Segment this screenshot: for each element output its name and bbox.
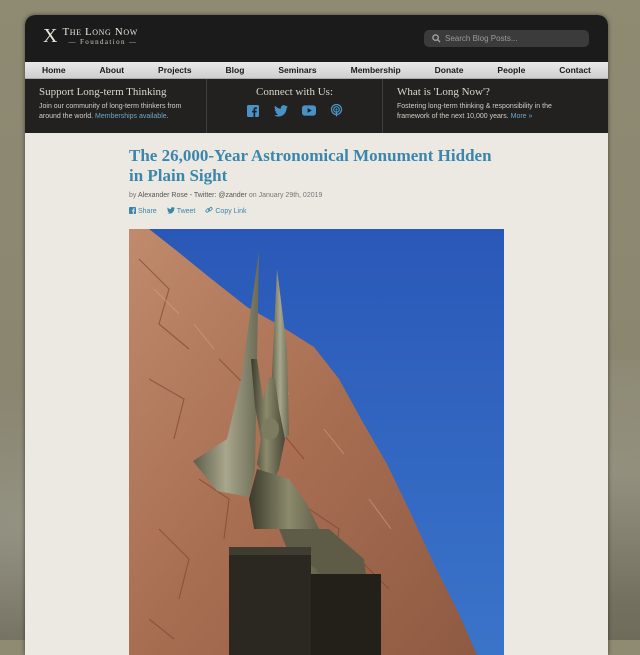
logo-line2: — Foundation — xyxy=(68,38,138,46)
support-title: Support Long-term Thinking xyxy=(39,86,167,98)
podcast-icon[interactable] xyxy=(330,104,344,117)
youtube-icon[interactable] xyxy=(301,104,316,117)
more-link[interactable]: More » xyxy=(511,113,533,120)
link-icon xyxy=(205,206,213,216)
article-title: The 26,000-Year Astronomical Monument Hi… xyxy=(129,146,492,185)
share-copy-label: Copy Link xyxy=(215,207,247,215)
twitter-icon[interactable] xyxy=(273,104,288,117)
page-container: X The Long Now — Foundation — Home About… xyxy=(25,15,608,655)
search-box[interactable] xyxy=(424,30,589,47)
nav-item-blog[interactable]: Blog xyxy=(226,65,245,75)
site-logo[interactable]: X The Long Now — Foundation — xyxy=(43,26,138,46)
connect-section: Connect with Us: xyxy=(207,79,383,133)
nav-item-people[interactable]: People xyxy=(497,65,525,75)
support-period: . xyxy=(166,113,169,120)
what-section: What is 'Long Now'? Fostering long-term … xyxy=(383,79,579,133)
site-header: X The Long Now — Foundation — xyxy=(25,15,608,62)
share-facebook-label: Share xyxy=(138,207,157,215)
nav-item-membership[interactable]: Membership xyxy=(351,65,401,75)
byline: by Alexander Rose - Twitter: @zander on … xyxy=(129,192,509,199)
support-text: Join our community of long-term thinkers… xyxy=(39,102,194,122)
nav-item-contact[interactable]: Contact xyxy=(559,65,591,75)
twitter-small-icon xyxy=(166,206,175,216)
byline-author[interactable]: Alexander Rose - Twitter: @zander xyxy=(138,192,247,199)
logo-line1: The Long Now xyxy=(62,26,138,38)
what-title: What is 'Long Now'? xyxy=(397,86,490,98)
logo-mark: X xyxy=(43,25,58,47)
byline-prefix: by xyxy=(129,192,137,199)
logo-wordmark: The Long Now — Foundation — xyxy=(62,26,137,46)
article-header: The 26,000-Year Astronomical Monument Hi… xyxy=(129,146,509,216)
nav-item-projects[interactable]: Projects xyxy=(158,65,192,75)
byline-date: on January 29th, 02019 xyxy=(248,192,323,199)
share-copy-link[interactable]: Copy Link xyxy=(205,206,247,216)
nav-item-seminars[interactable]: Seminars xyxy=(278,65,316,75)
info-bar: Support Long-term Thinking Join our comm… xyxy=(25,79,608,133)
share-facebook[interactable]: Share xyxy=(129,206,157,216)
what-text: Fostering long-term thinking & responsib… xyxy=(397,102,567,122)
support-section: Support Long-term Thinking Join our comm… xyxy=(25,79,207,133)
nav-item-home[interactable]: Home xyxy=(42,65,66,75)
share-twitter-label: Tweet xyxy=(176,207,196,215)
nav-item-about[interactable]: About xyxy=(100,65,125,75)
search-icon xyxy=(430,33,442,45)
facebook-icon[interactable] xyxy=(246,104,260,117)
facebook-small-icon xyxy=(129,206,136,216)
memberships-link[interactable]: Memberships available xyxy=(95,113,167,120)
share-bar: Share Tweet Copy Link xyxy=(129,206,509,216)
social-links xyxy=(207,104,382,117)
nav-item-donate[interactable]: Donate xyxy=(435,65,464,75)
hero-image-winged-figure-statue xyxy=(129,229,504,655)
search-input[interactable] xyxy=(445,34,585,43)
share-twitter[interactable]: Tweet xyxy=(166,206,196,216)
connect-title: Connect with Us: xyxy=(256,86,333,98)
main-nav: Home About Projects Blog Seminars Member… xyxy=(25,62,608,79)
